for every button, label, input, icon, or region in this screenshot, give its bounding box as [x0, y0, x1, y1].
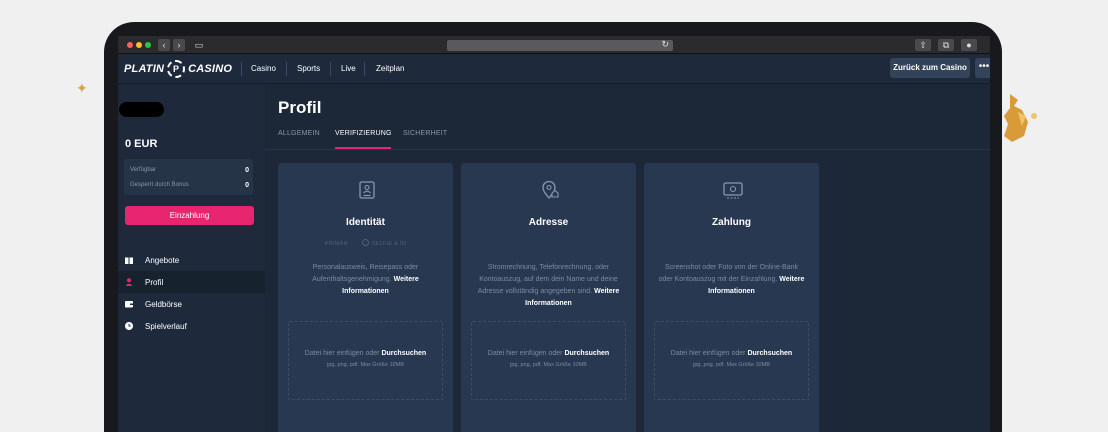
- id-document-icon: [359, 181, 375, 199]
- browser-window: ‹ › ▭ ↻ ⇧ ⧉ ● PLATIN P CASINO Casino Spo…: [118, 36, 990, 432]
- nav-link-sports[interactable]: Sports: [297, 64, 320, 73]
- back-to-casino-button[interactable]: Zurück zum Casino: [890, 58, 970, 78]
- reload-icon[interactable]: ↻: [661, 39, 669, 50]
- browser-chrome: ‹ › ▭ ↻ ⇧ ⧉ ●: [118, 36, 990, 54]
- platin-casino-logo[interactable]: PLATIN P CASINO: [124, 60, 232, 78]
- payment-icon: [723, 182, 743, 199]
- tab-verifizierung[interactable]: VERIFIZIERUNG: [335, 130, 392, 137]
- browse-link[interactable]: Durchsuchen: [381, 350, 426, 357]
- account-sidebar: 0 EUR Verfügbar 0 Gesperrt durch Bonus 0…: [118, 85, 265, 432]
- balance-total: 0 EUR: [125, 138, 158, 150]
- card-description: Screenshot oder Foto von der Online-Bank…: [658, 264, 805, 295]
- chevron-right-icon[interactable]: ›: [173, 39, 185, 51]
- verification-card-payment: Zahlung Screenshot oder Foto von der Onl…: [644, 163, 819, 432]
- card-description: Stromrechnung, Telefonrechnung, oder Kon…: [477, 264, 620, 307]
- logo-wheel-icon: P: [167, 60, 186, 78]
- tab-allgemein[interactable]: ALLGEMEIN: [278, 130, 320, 137]
- card-title: Identität: [346, 217, 385, 228]
- identity-badges: PRIMÄR SELFIE & ID: [278, 239, 453, 247]
- user-icon: [125, 278, 133, 286]
- minimize-window-icon[interactable]: [136, 42, 142, 48]
- nav-link-casino[interactable]: Casino: [251, 64, 276, 73]
- nav-link-live[interactable]: Live: [341, 64, 356, 73]
- download-icon[interactable]: ●: [961, 39, 977, 51]
- location-icon: [542, 180, 559, 200]
- username-redacted: [119, 102, 164, 117]
- available-row: Verfügbar 0: [130, 167, 249, 174]
- verification-card-address: Adresse Stromrechnung, Telefonrechnung, …: [461, 163, 636, 432]
- balance-breakdown: Verfügbar 0 Gesperrt durch Bonus 0: [124, 159, 253, 195]
- sidebar-toggle-icon[interactable]: ▭: [192, 39, 206, 51]
- locked-row: Gesperrt durch Bonus 0: [130, 182, 249, 189]
- address-bar[interactable]: ↻: [447, 39, 673, 51]
- page-title: Profil: [278, 98, 322, 117]
- badge-primary: PRIMÄR: [324, 241, 348, 247]
- clock-icon: [125, 322, 133, 330]
- tabs-icon[interactable]: ⧉: [938, 39, 954, 51]
- badge-selfie-id[interactable]: SELFIE & ID: [362, 241, 406, 247]
- file-dropzone[interactable]: Datei hier einfügen oder Durchsuchen jpg…: [288, 321, 443, 400]
- browse-link[interactable]: Durchsuchen: [747, 350, 792, 357]
- verification-card-identity: Identität PRIMÄR SELFIE & ID Personalaus…: [278, 163, 453, 432]
- nav-link-zeitplan[interactable]: Zeitplan: [376, 64, 404, 73]
- close-window-icon[interactable]: [127, 42, 133, 48]
- main-content: Profil ALLGEMEIN VERIFIZIERUNG SICHERHEI…: [265, 85, 990, 432]
- tab-sicherheit[interactable]: SICHERHEIT: [403, 130, 447, 137]
- sidebar-item-spielverlauf[interactable]: Spielverlauf: [118, 315, 265, 337]
- chevron-left-icon[interactable]: ‹: [158, 39, 170, 51]
- sidebar-item-geldboerse[interactable]: Geldbörse: [118, 293, 265, 315]
- file-dropzone[interactable]: Datei hier einfügen oder Durchsuchen jpg…: [654, 321, 809, 400]
- sidebar-item-profil[interactable]: Profil: [118, 271, 265, 293]
- sparkle-icon: ✦: [76, 80, 88, 96]
- maximize-window-icon[interactable]: [145, 42, 151, 48]
- browse-link[interactable]: Durchsuchen: [564, 350, 609, 357]
- deposit-button[interactable]: Einzahlung: [125, 206, 254, 225]
- share-icon[interactable]: ⇧: [915, 39, 931, 51]
- more-menu-button[interactable]: •••: [975, 58, 990, 78]
- card-title: Zahlung: [712, 217, 751, 228]
- top-navigation: PLATIN P CASINO Casino Sports Live Zeitp…: [118, 54, 990, 84]
- card-title: Adresse: [528, 217, 569, 228]
- file-dropzone[interactable]: Datei hier einfügen oder Durchsuchen jpg…: [471, 321, 626, 400]
- wallet-icon: [125, 301, 133, 308]
- mascot-icon: [1004, 94, 1037, 142]
- card-description: Personalausweis, Reisepass oder Aufentha…: [312, 264, 419, 295]
- sidebar-item-angebote[interactable]: Angebote: [118, 249, 265, 271]
- gift-icon: [125, 257, 133, 264]
